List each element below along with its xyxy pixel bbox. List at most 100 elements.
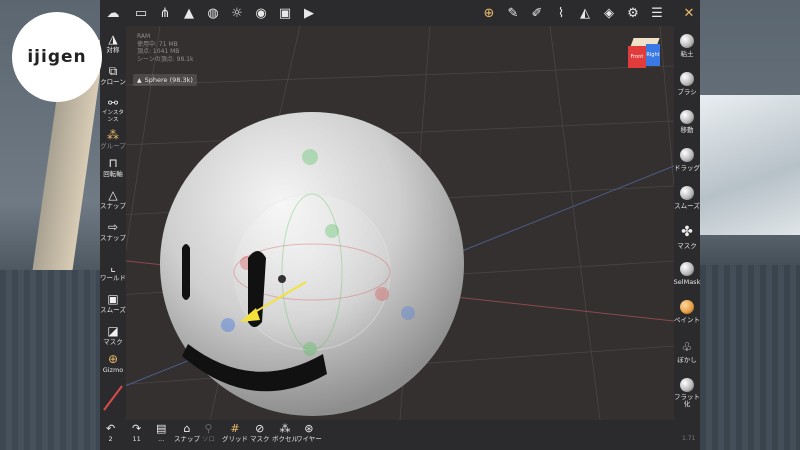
object-chip[interactable]: ▲ Sphere (98.3k) <box>133 74 197 86</box>
version-label: 1.71 <box>682 435 696 442</box>
voxel-button[interactable]: ⁂ ボクセル <box>272 422 298 444</box>
gizmo-handle-green-mid[interactable] <box>325 224 339 238</box>
triangle-icon[interactable]: ◭ <box>576 4 594 22</box>
stats-line: 頂点: 1041 MB <box>137 48 180 55</box>
gizmo-handle-red-right[interactable] <box>375 287 389 301</box>
drag-label: ドラッグ <box>674 164 700 172</box>
group-button[interactable]: ⁂ グループ <box>100 128 126 150</box>
snap-button[interactable]: △ スナップ <box>100 188 126 210</box>
environment-floor-right <box>700 265 800 450</box>
smooth-brush-button[interactable]: スムーズ <box>674 186 700 210</box>
clay-brush-button[interactable]: 粘土 <box>674 34 700 58</box>
mask-brush-button[interactable]: ✤ マスク <box>674 224 700 250</box>
layers-icon[interactable]: ◈ <box>600 4 618 22</box>
menu-icon[interactable]: ☁ <box>104 4 122 22</box>
stats-line: 使用中: 71 MB <box>137 40 178 48</box>
object-name: Sphere (98.3k) <box>144 76 193 84</box>
stroke-slider[interactable] <box>100 380 126 414</box>
instance-button[interactable]: ⚯ インスタンス <box>100 96 126 124</box>
drag-brush-button[interactable]: ドラッグ <box>674 148 700 172</box>
view-cube-side[interactable]: Right <box>646 44 660 66</box>
gizmo-handle-blue-left[interactable] <box>221 318 235 332</box>
voxel-label: ボクセル <box>272 435 298 443</box>
snap-camera-button[interactable]: ⌂ スナップ <box>174 422 200 444</box>
gizmo-handle-blue-right[interactable] <box>401 306 415 320</box>
flatten-icon <box>680 378 694 392</box>
wire-icon: ⊛ <box>304 422 314 435</box>
mask-button[interactable]: ◪ マスク <box>100 324 126 346</box>
scene-graph-icon[interactable]: ⋔ <box>156 4 174 22</box>
arrow-right-icon: ⇨ <box>107 220 119 234</box>
blur-label: ぼかし <box>677 356 697 364</box>
symmetry-button[interactable]: ◮ 対称 <box>100 32 126 54</box>
brush-button[interactable]: ブラシ <box>674 72 700 96</box>
globe-icon[interactable]: ◍ <box>204 4 222 22</box>
gizmo-button[interactable]: ⊕ Gizmo <box>100 352 126 374</box>
flatten-brush-button[interactable]: フラット化 <box>674 378 700 408</box>
wire-button[interactable]: ⊛ ワイヤー <box>296 422 322 444</box>
sliders-icon[interactable]: ☰ <box>648 4 666 22</box>
stats-overlay: RAM 使用中: 71 MB 頂点: 1041 MB シーンの頂点: 98.1k <box>137 33 193 63</box>
snap-camera-label: スナップ <box>174 435 200 443</box>
solo-label: ソロ <box>202 435 215 443</box>
symmetry-label: 対称 <box>106 46 120 54</box>
mask-toggle-button[interactable]: ⊘ マスク <box>250 422 270 444</box>
save-label: ... <box>158 435 165 443</box>
drag-icon <box>680 148 694 162</box>
solo-button[interactable]: ⚲ ソロ <box>202 422 215 444</box>
paint-icon[interactable]: ⌇ <box>552 4 570 22</box>
gizmo-handle-green-bottom[interactable] <box>303 342 317 356</box>
gizmo-icon: ⊕ <box>107 352 119 366</box>
pivot-button[interactable]: ⊓ 回転軸 <box>100 156 126 178</box>
right-toolbar: 粘土 ブラシ 移動 ドラッグ スムーズ ✤ マスク SelMask ペイント ♧… <box>674 26 700 420</box>
redo-button[interactable]: ↷ 11 <box>132 422 141 444</box>
flatten-label: フラット化 <box>674 393 700 408</box>
undo-button[interactable]: ↶ 2 <box>106 422 115 444</box>
mask-label: マスク <box>103 338 123 346</box>
material-icon[interactable]: ◉ <box>252 4 270 22</box>
snap-move-button[interactable]: ⇨ スナップ <box>100 220 126 242</box>
blur-brush-button[interactable]: ♧ ぼかし <box>674 340 700 364</box>
brush-icon <box>680 72 694 86</box>
view-cube[interactable]: Front Right <box>628 38 660 70</box>
video-icon[interactable]: ▶ <box>300 4 318 22</box>
group-label: グループ <box>100 142 126 150</box>
paint-brush-icon <box>680 300 694 314</box>
clone-button[interactable]: ⧉ クローン <box>100 64 126 86</box>
view-cube-front-label: Front <box>630 54 644 60</box>
folder-icon[interactable]: ▭ <box>132 4 150 22</box>
grid-button[interactable]: # グリッド <box>222 422 248 444</box>
symmetry-icon: ◮ <box>108 32 118 46</box>
logo-text: ijigen <box>27 47 87 67</box>
group-icon: ⁂ <box>107 128 119 142</box>
image-icon[interactable]: ▣ <box>276 4 294 22</box>
wire-label: ワイヤー <box>296 435 322 443</box>
mesh-icon[interactable]: ▲ <box>180 4 198 22</box>
world-button[interactable]: ⌞ ワールド <box>100 260 126 282</box>
view-cube-front[interactable]: Front <box>628 46 646 68</box>
blur-icon: ♧ <box>681 340 693 354</box>
paint-brush-button[interactable]: ペイント <box>674 300 700 324</box>
smooth-button[interactable]: ▣ スムーズ <box>100 292 126 314</box>
bottom-toolbar: ↶ 2 ↷ 11 ▤ ... ⌂ スナップ ⚲ ソロ # グリッド ⊘ マスク … <box>100 420 700 450</box>
smooth-label: スムーズ <box>100 306 126 314</box>
settings-icon[interactable]: ⚙ <box>624 4 642 22</box>
selmask-button[interactable]: SelMask <box>674 262 700 286</box>
lock-icon: ⊓ <box>108 156 118 170</box>
gizmo-icon[interactable]: ⊕ <box>480 4 498 22</box>
gizmo-handle-green-top[interactable] <box>302 149 318 165</box>
save-button[interactable]: ▤ ... <box>156 422 166 444</box>
world-icon: ⌞ <box>110 260 116 274</box>
clone-icon: ⧉ <box>108 64 118 78</box>
gizmo-label: Gizmo <box>102 366 124 374</box>
picker-icon[interactable]: ✐ <box>528 4 546 22</box>
mask-brush-icon: ✤ <box>681 224 693 240</box>
snap-move-label: スナップ <box>100 234 126 242</box>
gizmo-pivot[interactable] <box>278 275 286 283</box>
move-brush-button[interactable]: 移動 <box>674 110 700 134</box>
tools-icon[interactable]: ✕ <box>680 4 698 22</box>
sun-icon[interactable]: ☼ <box>228 4 246 22</box>
pen-icon[interactable]: ✎ <box>504 4 522 22</box>
mask-toggle-label: マスク <box>250 435 270 443</box>
undo-count: 2 <box>108 435 113 443</box>
